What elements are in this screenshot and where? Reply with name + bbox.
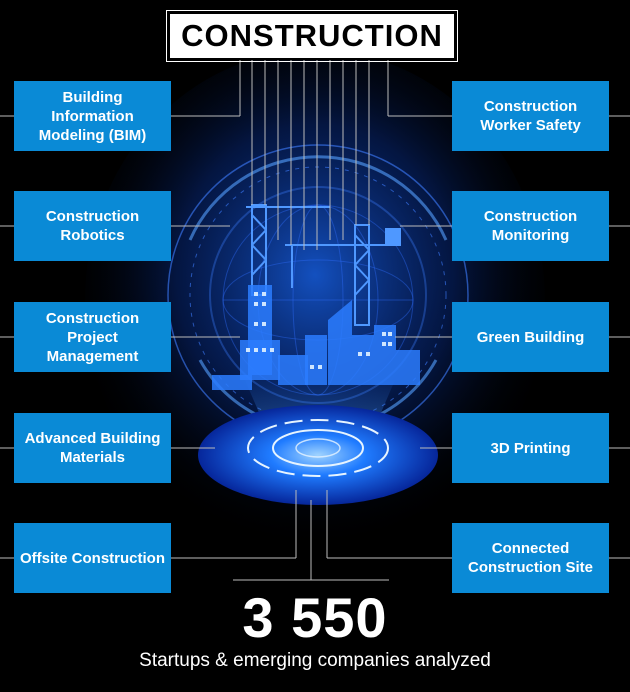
category-tile-3d-printing: 3D Printing (452, 413, 609, 483)
category-tile-robotics: Construction Robotics (14, 191, 171, 261)
page-title: CONSTRUCTION (166, 10, 458, 62)
category-tile-worker-safety: Construction Worker Safety (452, 81, 609, 151)
category-tile-green-building: Green Building (452, 302, 609, 372)
category-tile-bim: Building Information Modeling (BIM) (14, 81, 171, 151)
category-tile-offsite-construction: Offsite Construction (14, 523, 171, 593)
category-tile-connected-site: Connected Construction Site (452, 523, 609, 593)
crane-counterweight (385, 228, 401, 246)
category-tile-monitoring: Construction Monitoring (452, 191, 609, 261)
companies-caption: Startups & emerging companies analyzed (139, 650, 491, 671)
companies-count: 3 550 (242, 586, 388, 649)
category-tile-building-materials: Advanced Building Materials (14, 413, 171, 483)
category-tile-project-management: Construction Project Management (14, 302, 171, 372)
infographic-canvas: CONSTRUCTION Building Information Modeli… (0, 0, 630, 692)
